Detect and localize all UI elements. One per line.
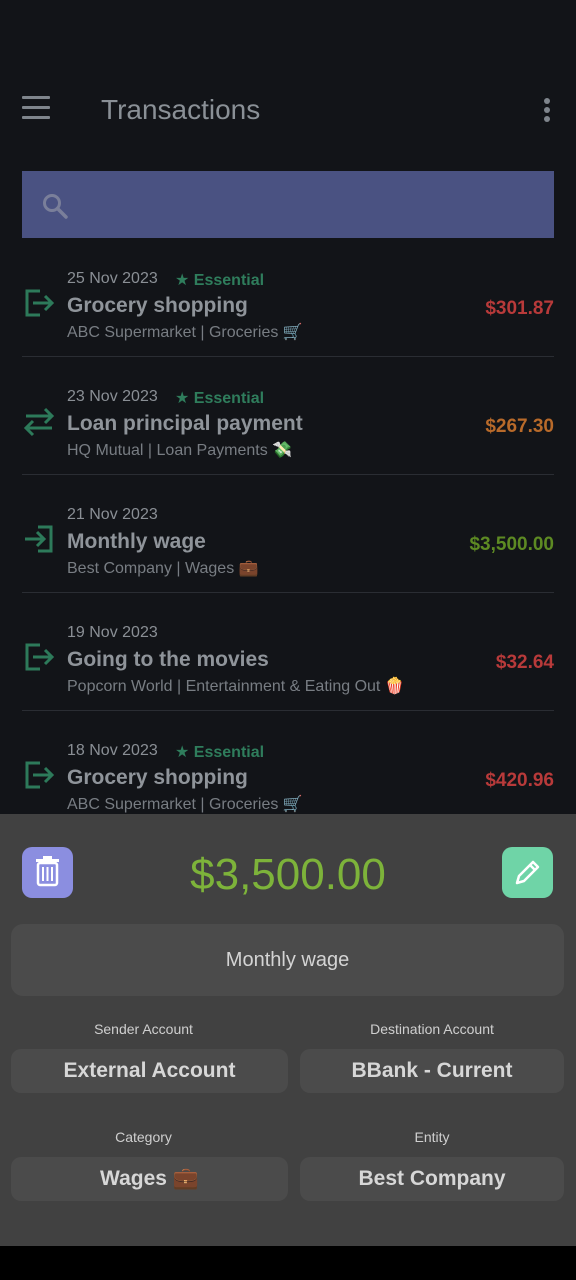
transaction-amount: $32.64 [495,652,554,673]
search-icon [43,194,68,219]
exit-icon [25,761,55,789]
transaction-list: 25 Nov 2023 ★ Essential Grocery shopping… [0,238,576,814]
transaction-name: Going to the movies [67,648,269,671]
transaction-details: ABC Supermarket | Groceries 🛒 [67,796,303,813]
star-icon: ★ [175,272,190,289]
destination-account-chip[interactable]: BBank - Current [300,1049,564,1093]
menu-icon [22,96,56,119]
more-options-button[interactable] [544,98,552,124]
essential-badge: ★ Essential [175,390,265,407]
exit-icon [25,643,55,671]
category-chip[interactable]: Wages 💼 [11,1157,288,1201]
transaction-date: 25 Nov 2023 [67,270,158,287]
system-nav-bar [0,1246,576,1280]
transaction-date: 21 Nov 2023 [67,506,158,523]
essential-badge: ★ Essential [175,744,265,761]
detail-amount: $3,500.00 [190,850,386,899]
transaction-name: Grocery shopping [67,766,248,789]
transaction-details: Popcorn World | Entertainment & Eating O… [67,678,405,695]
more-vert-icon [544,98,552,122]
swap-icon [23,407,55,437]
menu-button[interactable] [22,96,56,126]
destination-account-label: Destination Account [370,1021,494,1037]
pencil-icon [515,860,540,885]
transaction-name: Monthly wage [67,530,206,553]
transaction-amount: $420.96 [485,770,554,791]
transaction-detail-sheet: $3,500.00 Monthly wage Sender Account De… [0,814,576,1246]
category-label: Category [115,1129,172,1145]
detail-description: Monthly wage [11,924,564,996]
sender-account-label: Sender Account [94,1021,193,1037]
transaction-date: 18 Nov 2023 [67,742,158,759]
search-bar[interactable] [22,171,554,238]
transaction-row[interactable]: 25 Nov 2023 ★ Essential Grocery shopping… [22,238,554,357]
exit-icon [25,289,55,317]
star-icon: ★ [175,390,190,407]
transaction-row[interactable]: 18 Nov 2023 ★ Essential Grocery shopping… [22,710,554,814]
transaction-date: 23 Nov 2023 [67,388,158,405]
edit-button[interactable] [502,847,553,898]
transaction-row[interactable]: 19 Nov 2023 Going to the movies Popcorn … [22,592,554,711]
enter-icon [25,525,53,553]
essential-badge: ★ Essential [175,272,265,289]
transaction-details: ABC Supermarket | Groceries 🛒 [67,324,303,341]
transaction-amount: $267.30 [485,416,554,437]
sender-account-chip[interactable]: External Account [11,1049,288,1093]
entity-chip[interactable]: Best Company [300,1157,564,1201]
transaction-amount: $301.87 [485,298,554,319]
transaction-name: Grocery shopping [67,294,248,317]
transaction-row[interactable]: 21 Nov 2023 Monthly wage Best Company | … [22,474,554,593]
app-bar: Transactions [0,70,576,150]
transaction-details: HQ Mutual | Loan Payments 💸 [67,442,293,459]
transaction-details: Best Company | Wages 💼 [67,560,259,577]
star-icon: ★ [175,744,190,761]
transaction-date: 19 Nov 2023 [67,624,158,641]
transaction-name: Loan principal payment [67,412,303,435]
transaction-amount: $3,500.00 [469,534,554,555]
page-title: Transactions [101,94,261,125]
transaction-row[interactable]: 23 Nov 2023 ★ Essential Loan principal p… [22,356,554,475]
entity-label: Entity [414,1129,450,1145]
